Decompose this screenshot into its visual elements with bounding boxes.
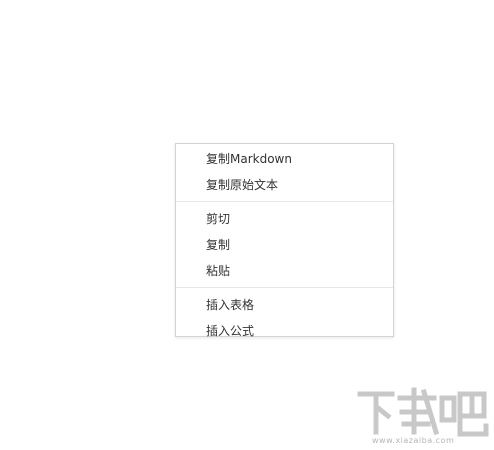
menu-item-insert-formula[interactable]: 插入公式 [176,318,393,344]
menu-divider [176,201,393,202]
menu-item-copy-raw-text[interactable]: 复制原始文本 [176,172,393,198]
context-menu: 复制Markdown 复制原始文本 剪切 复制 粘贴 插入表格 插入公式 [175,143,394,338]
menu-item-copy-markdown[interactable]: 复制Markdown [176,146,393,172]
menu-divider [176,287,393,288]
menu-item-paste[interactable]: 粘贴 [176,258,393,284]
menu-item-cut[interactable]: 剪切 [176,206,393,232]
menu-item-insert-table[interactable]: 插入表格 [176,292,393,318]
watermark-domain: www.xiazaiba.com [372,436,455,445]
menu-item-copy[interactable]: 复制 [176,232,393,258]
